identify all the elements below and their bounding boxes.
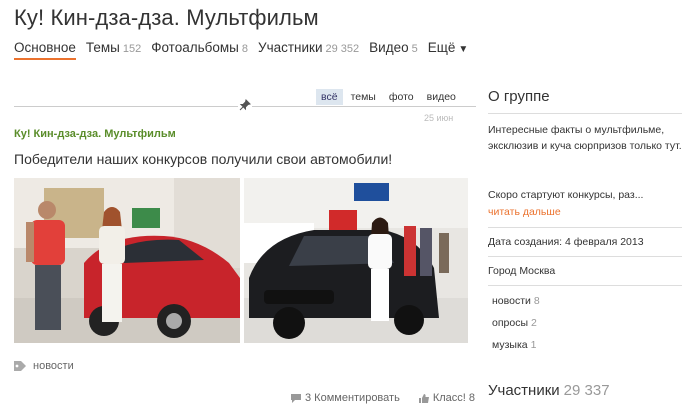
sidebar-category-music[interactable]: музыка 1 [492,339,540,361]
filter-video[interactable]: видео [422,89,461,105]
comment-button[interactable]: 3 Комментировать [290,392,400,404]
sidebar-category-polls[interactable]: опросы 2 [492,317,540,339]
sidebar-divider [488,285,682,286]
sidebar-announcement: Скоро стартуют конкурсы, раз... [488,189,644,201]
caret-down-icon: ▼ [458,44,469,55]
nav-topics-label: Темы [85,40,120,55]
nav-more[interactable]: Ещё ▼ [428,40,469,55]
pin-icon[interactable] [238,99,252,113]
sidebar-divider [488,227,682,228]
sidebar-title: О группе [488,88,550,105]
nav-topics[interactable]: Темы 152 [86,40,141,55]
sidebar-members-heading[interactable]: Участники 29 337 [488,382,610,399]
post-photo[interactable] [244,178,468,343]
nav-photoalbums-label: Фотоальбомы [151,40,239,55]
category-count: 8 [533,295,540,307]
filter-all[interactable]: всё [316,89,343,105]
nav-video-label: Видео [369,40,409,55]
nav-members-label: Участники [258,40,323,55]
nav-video[interactable]: Видео 5 [369,40,418,55]
category-label: новости [492,295,531,307]
nav-video-count: 5 [411,43,418,55]
like-label: Класс! 8 [432,392,475,404]
post-tag[interactable]: новости [14,360,74,372]
sidebar-divider [488,256,682,257]
feed-filter-tabs: всё темы фото видео [316,89,464,105]
post-group-link[interactable]: Ку! Кин-дза-дза. Мультфильм [14,128,176,140]
filter-photo[interactable]: фото [384,89,419,105]
tag-icon [14,361,26,371]
post-time: 25 июн [424,113,454,123]
nav-photoalbums-count: 8 [241,43,248,55]
nav-topics-count: 152 [122,43,142,55]
category-label: музыка [492,339,528,351]
members-count: 29 337 [563,382,610,399]
nav-photoalbums[interactable]: Фотоальбомы 8 [151,40,248,55]
nav-main[interactable]: Основное [14,40,76,60]
sidebar-divider [488,113,682,114]
members-label: Участники [488,382,560,399]
read-more-link[interactable]: читать дальше [488,206,561,218]
post-text: Победители наших конкурсов получили свои… [14,151,393,167]
nav-more-label: Ещё [427,40,456,55]
like-button[interactable]: Класс! 8 [418,392,475,404]
category-label: опросы [492,317,529,329]
nav-main-label: Основное [14,40,76,55]
page-title: Ку! Кин-дза-дза. Мультфильм [14,5,319,30]
group-nav: Основное Темы 152 Фотоальбомы 8 Участники 2… [14,40,478,60]
nav-members[interactable]: Участники 29 352 [258,40,359,55]
post-tag-label: новости [33,360,74,372]
sidebar-description: Интересные факты о мультфильме, эксклюзи… [488,124,682,152]
filter-topics[interactable]: темы [346,89,381,105]
like-icon [418,393,429,403]
category-count: 2 [531,317,537,329]
category-count: 1 [530,339,537,351]
comment-icon [291,393,301,403]
post-footer: 3 Комментировать Класс! 8 [290,392,493,404]
sidebar-city: Город Москва [488,265,556,277]
sidebar-created-date: Дата создания: 4 февраля 2013 [488,236,644,248]
comment-label: 3 Комментировать [305,392,400,404]
sidebar-categories: новости 8 опросы 2 музыка 1 [492,295,540,361]
nav-members-count: 29 352 [325,43,360,55]
sidebar-category-news[interactable]: новости 8 [492,295,540,317]
post-photo[interactable] [14,178,240,343]
